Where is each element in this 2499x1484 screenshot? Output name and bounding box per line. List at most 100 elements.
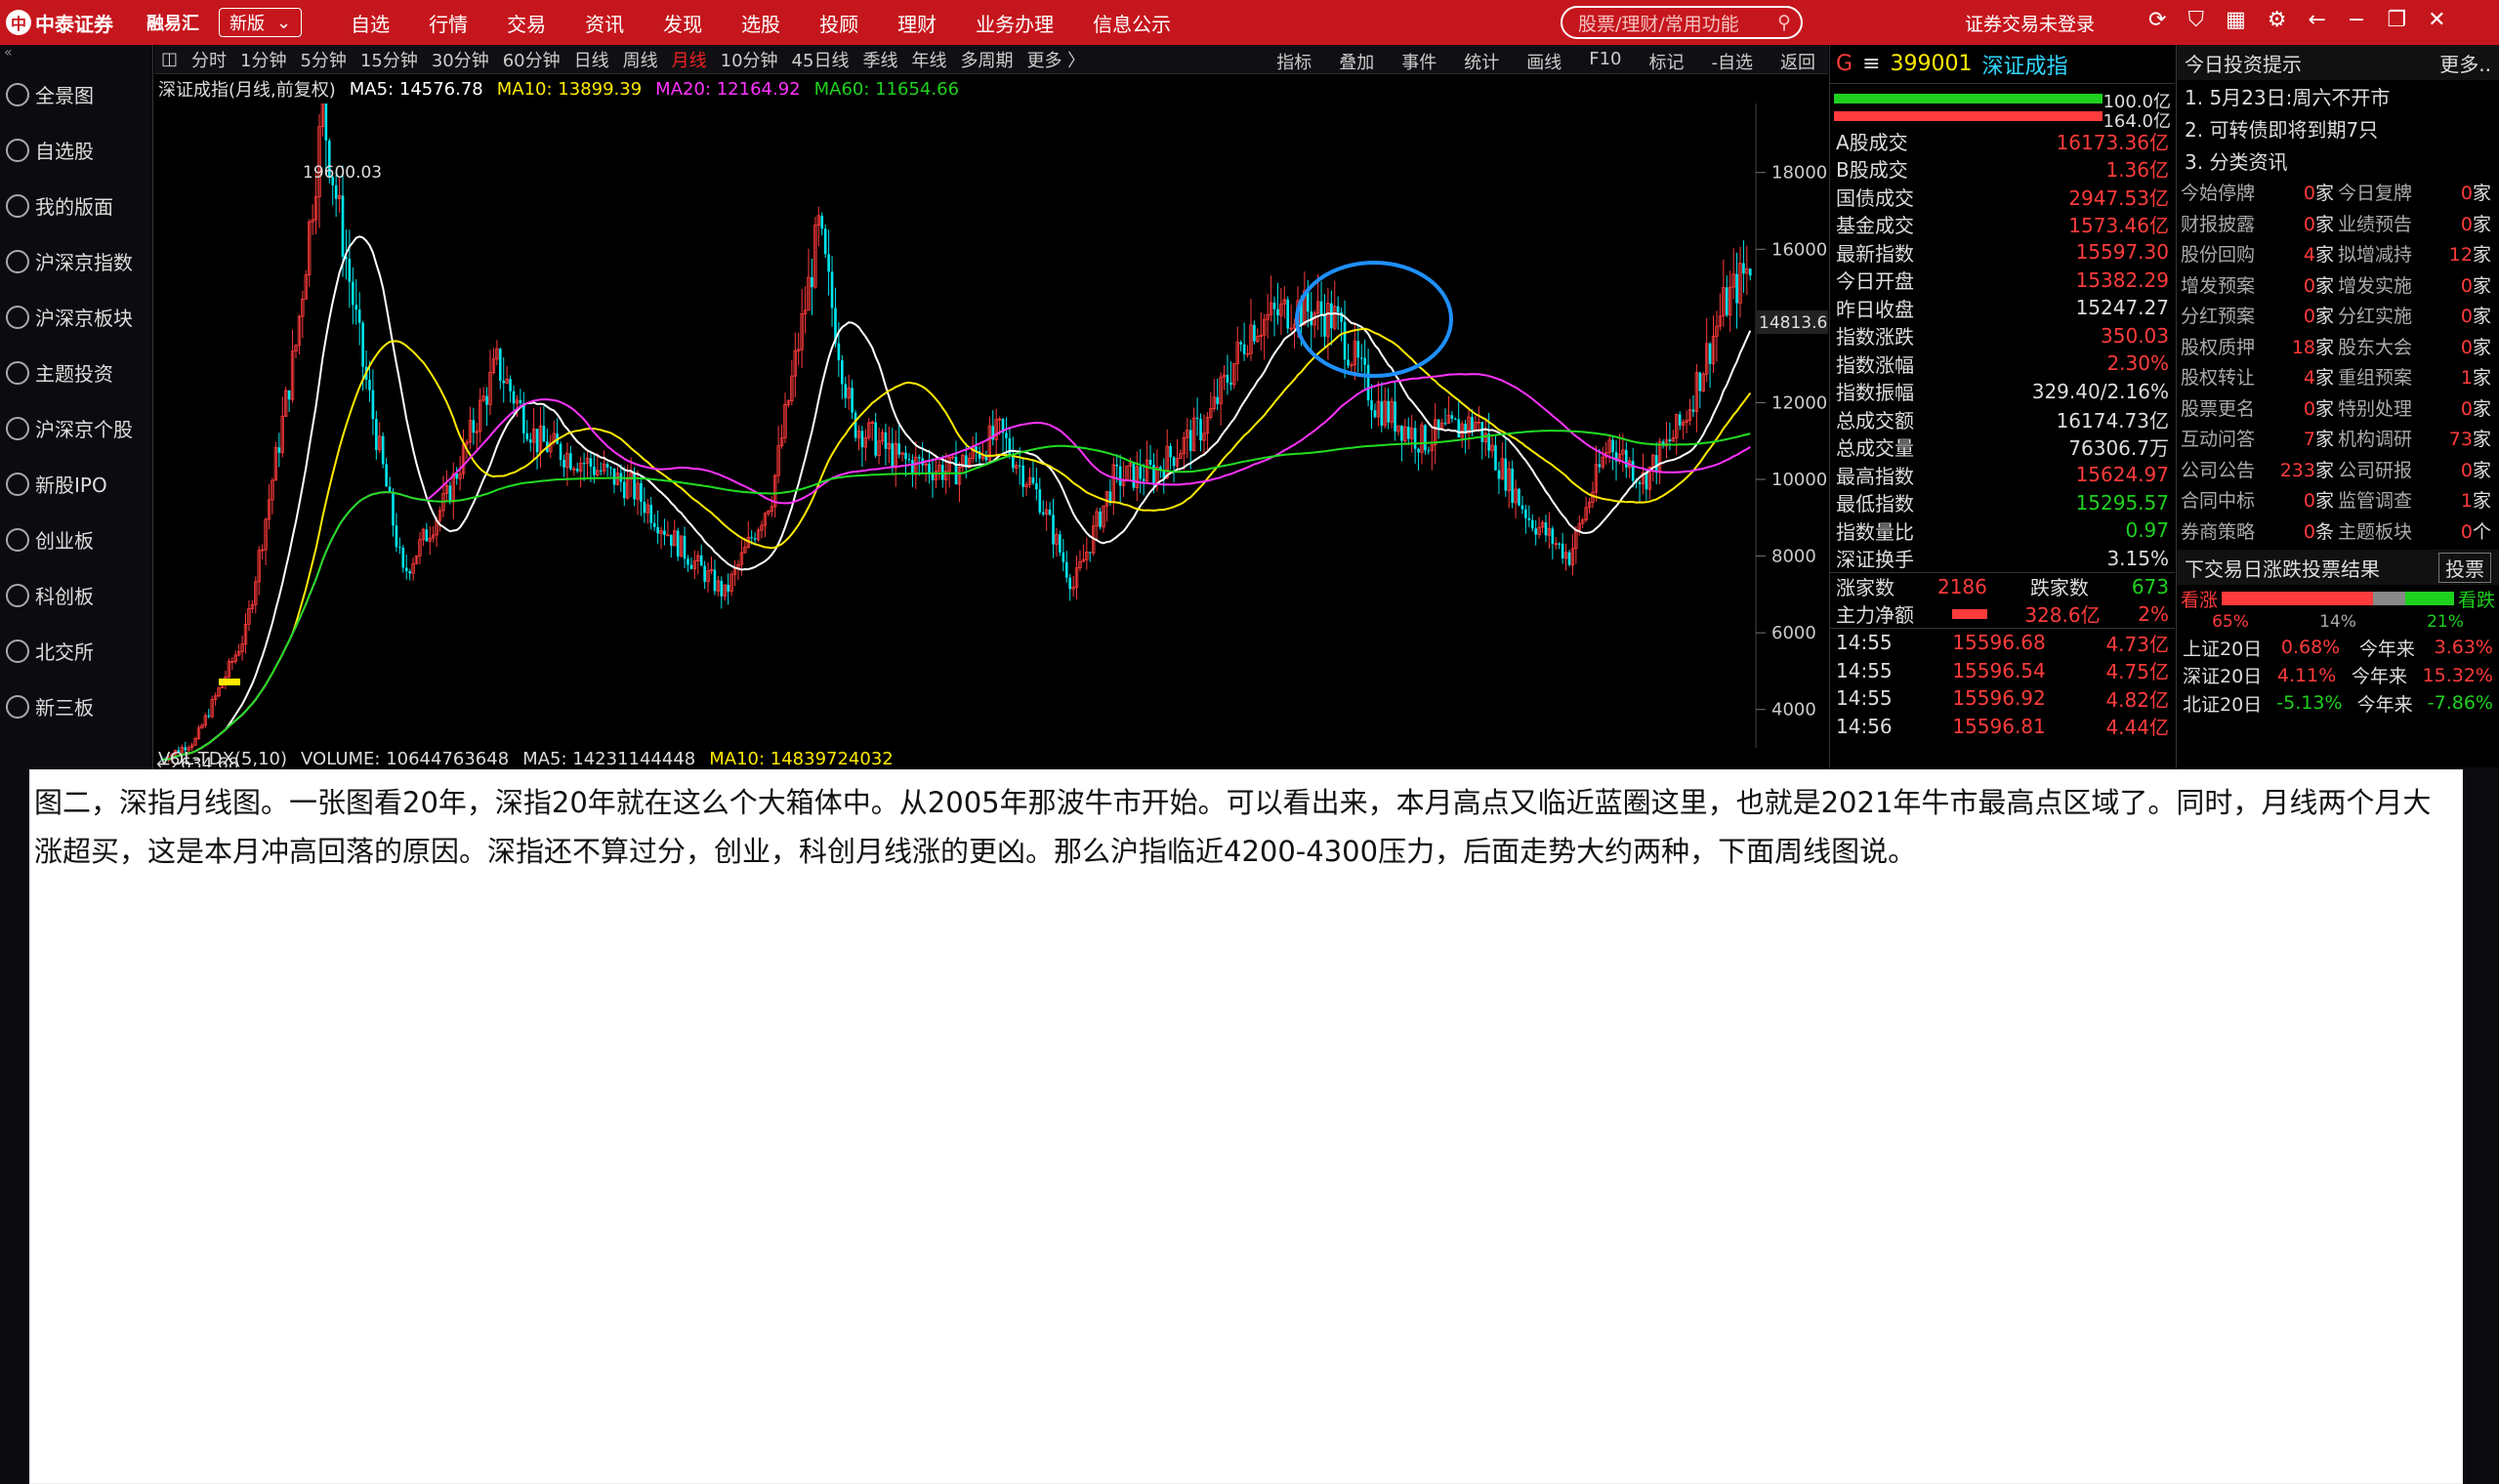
sidebar-item[interactable]: 主题投资	[0, 345, 152, 400]
candle-body	[352, 281, 354, 306]
search-icon[interactable]: ⚲	[1777, 12, 1791, 33]
tool-item[interactable]: 画线	[1520, 49, 1568, 74]
tip-stat[interactable]: 合同中标 0家	[2181, 484, 2338, 515]
tab-period[interactable]: 日线	[567, 47, 616, 72]
tab-period[interactable]: 5分钟	[293, 47, 353, 72]
tab-period[interactable]: 年线	[904, 47, 953, 72]
sidebar-item[interactable]: 沪深京板块	[0, 289, 152, 345]
tip-stat[interactable]: 监管调查 1家	[2338, 484, 2495, 515]
tool-item[interactable]: 标记	[1643, 49, 1691, 74]
tip-stat[interactable]: 公司研报 0家	[2338, 454, 2495, 485]
version-select[interactable]: 新版 ⌄	[219, 8, 303, 37]
tab-period[interactable]: 周线	[616, 47, 665, 72]
tip-item[interactable]: 1. 5月23日:周六不开市	[2177, 80, 2499, 112]
nav-item[interactable]: 理财	[878, 9, 956, 37]
candle-body	[1366, 364, 1370, 401]
tab-period[interactable]: 多周期	[953, 47, 1020, 72]
tip-stat[interactable]: 互动问答 7家	[2181, 423, 2338, 454]
nav-item[interactable]: 发现	[644, 9, 722, 37]
tool-item[interactable]: F10	[1582, 49, 1628, 74]
shirt-icon[interactable]: ⛉	[2187, 8, 2204, 32]
tip-stat[interactable]: 股东大会 0家	[2338, 331, 2495, 362]
minimize-icon[interactable]: −	[2348, 8, 2365, 32]
tool-item[interactable]: -自选	[1705, 49, 1761, 74]
tab-period[interactable]: 45日线	[785, 47, 856, 72]
nav-item[interactable]: 行情	[409, 9, 487, 37]
grid-icon[interactable]: ▦	[2226, 8, 2246, 32]
nav-item[interactable]: 自选	[331, 9, 409, 37]
tip-stat[interactable]: 股权转让 4家	[2181, 361, 2338, 392]
layout-toggle-icon[interactable]: ◫	[154, 49, 185, 69]
tool-item[interactable]: 指标	[1270, 49, 1318, 74]
tip-stat[interactable]: 股票更名 0家	[2181, 392, 2338, 424]
collapse-icon[interactable]: «	[0, 45, 152, 66]
top-nav: 自选 行情 交易 资讯 发现 选股 投顾 理财 业务办理 信息公示	[331, 9, 1190, 37]
nav-item[interactable]: 交易	[487, 9, 565, 37]
tip-stat[interactable]: 今始停牌 0家	[2181, 177, 2338, 208]
tab-period[interactable]: 季线	[855, 47, 904, 72]
tab-period[interactable]: 60分钟	[496, 47, 567, 72]
tip-stat[interactable]: 增发预案 0家	[2181, 269, 2338, 301]
close-icon[interactable]: ✕	[2428, 8, 2445, 32]
sidebar-item[interactable]: 自选股	[0, 122, 152, 178]
tool-item[interactable]: 事件	[1395, 49, 1443, 74]
tip-stat[interactable]: 股份回购 4家	[2181, 238, 2338, 269]
tab-period[interactable]: 1分钟	[233, 47, 293, 72]
tip-item[interactable]: 3. 分类资讯	[2177, 144, 2499, 177]
tip-stat[interactable]: 机构调研 73家	[2338, 423, 2495, 454]
sidebar-item[interactable]: 科创板	[0, 567, 152, 623]
logo-icon: 中	[6, 10, 31, 35]
ma-legend: 深证成指(月线,前复权) MA5: 14576.78 MA10: 13899.3…	[154, 74, 1828, 103]
tip-stat[interactable]: 特别处理 0家	[2338, 392, 2495, 424]
tip-stat[interactable]: 股权质押 18家	[2181, 331, 2338, 362]
tip-stat[interactable]: 公司公告 233家	[2181, 454, 2338, 485]
search-input[interactable]: 股票/理财/常用功能 ⚲	[1561, 6, 1803, 39]
restore-icon[interactable]: ❐	[2387, 8, 2406, 32]
sidebar-item[interactable]: 新股IPO	[0, 456, 152, 512]
tip-stat[interactable]: 增发实施 0家	[2338, 269, 2495, 301]
settings-icon[interactable]: ⚙	[2268, 8, 2287, 32]
tab-period[interactable]: 10分钟	[714, 47, 785, 72]
refresh-icon[interactable]: ⟳	[2148, 8, 2166, 32]
tab-period[interactable]: 更多 〉	[1020, 47, 1092, 72]
tab-period[interactable]: 30分钟	[425, 47, 496, 72]
nav-item[interactable]: 业务办理	[956, 9, 1073, 37]
tab-period[interactable]: 15分钟	[354, 47, 425, 72]
nav-item[interactable]: 信息公示	[1073, 9, 1190, 37]
tip-stat[interactable]: 今日复牌 0家	[2338, 177, 2495, 208]
nav-item[interactable]: 投顾	[800, 9, 878, 37]
tip-stat[interactable]: 重组预案 1家	[2338, 361, 2495, 392]
sidebar-item[interactable]: 沪深京指数	[0, 233, 152, 289]
tip-stat[interactable]: 券商策略 0条	[2181, 515, 2338, 547]
tip-stat[interactable]: 分红实施 0家	[2338, 300, 2495, 331]
vote-button[interactable]: 投票	[2438, 552, 2491, 583]
sidebar-item[interactable]: 新三板	[0, 679, 152, 734]
menu-icon[interactable]: ≡	[1862, 52, 1880, 76]
tip-stat[interactable]: 分红预案 0家	[2181, 300, 2338, 331]
nav-item[interactable]: 选股	[722, 9, 800, 37]
tip-stat[interactable]: 主题板块 0个	[2338, 515, 2495, 547]
tip-stat[interactable]: 拟增减持 12家	[2338, 238, 2495, 269]
nav-item[interactable]: 资讯	[565, 9, 644, 37]
candle-body	[917, 457, 921, 459]
tab-period-active[interactable]: 月线	[665, 47, 714, 72]
tool-item[interactable]: 叠加	[1332, 49, 1381, 74]
tab-period[interactable]: 分时	[185, 47, 233, 72]
candlestick-chart[interactable]: 4000600080001000012000140001600018000 19…	[154, 103, 1828, 767]
sidebar-item[interactable]: 北交所	[0, 623, 152, 679]
tip-stat[interactable]: 财报披露 0家	[2181, 208, 2338, 239]
sidebar-item[interactable]: 全景图	[0, 66, 152, 122]
more-link[interactable]: 更多..	[2439, 49, 2491, 77]
candle-body	[1400, 426, 1403, 441]
tool-item[interactable]: 统计	[1457, 49, 1506, 74]
tool-item[interactable]: 返回	[1773, 49, 1822, 74]
sidebar-item[interactable]: 我的版面	[0, 178, 152, 233]
tip-stat[interactable]: 业绩预告 0家	[2338, 208, 2495, 239]
tip-item[interactable]: 2. 可转债即将到期7只	[2177, 112, 2499, 144]
candle-body	[1048, 509, 1052, 515]
sidebar-item[interactable]: 沪深京个股	[0, 400, 152, 456]
back-icon[interactable]: ←	[2308, 8, 2325, 32]
volume-indicator[interactable]: VOL-TDX(5,10)	[158, 749, 287, 769]
login-status[interactable]: 证券交易未登录	[1965, 10, 2095, 36]
sidebar-item[interactable]: 创业板	[0, 512, 152, 567]
